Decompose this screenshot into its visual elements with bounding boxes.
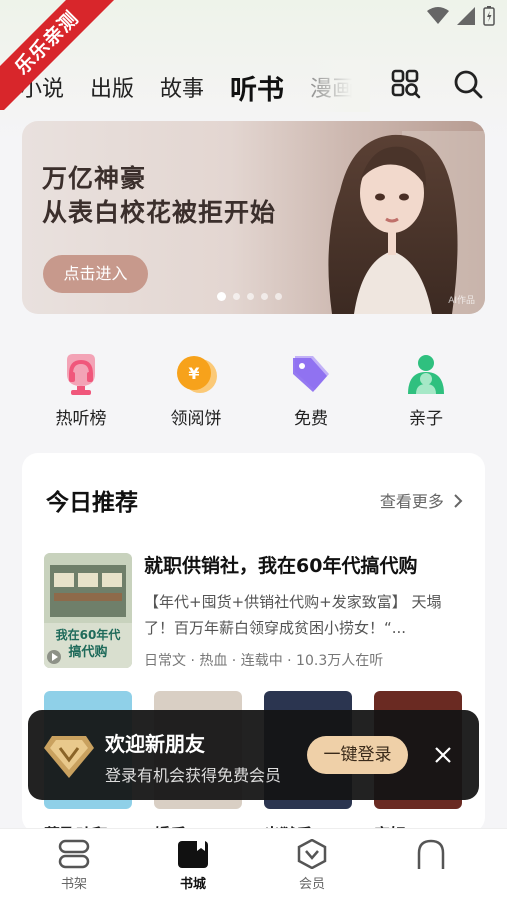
- pagination-dot: [247, 293, 254, 300]
- tabs-fade: [300, 60, 370, 112]
- login-popup: 欢迎新朋友 登录有机会获得免费会员 一键登录: [28, 710, 479, 800]
- one-click-login-button[interactable]: 一键登录: [307, 736, 408, 774]
- pagination-dot: [275, 293, 282, 300]
- featured-book-desc: 【年代+囤货+供销社代购+发家致富】 天塌了！百万年薪白领穿成贫困小捞女！“..…: [144, 593, 442, 637]
- login-title: 欢迎新朋友: [105, 732, 205, 756]
- close-icon[interactable]: [432, 744, 454, 766]
- banner-character-image: [328, 131, 485, 314]
- tab-audiobook[interactable]: 听书: [230, 68, 284, 107]
- category-search-icon[interactable]: [390, 68, 422, 100]
- banner-title-line1: 万亿神豪: [42, 164, 147, 193]
- pagination-dot: [233, 293, 240, 300]
- svg-text:搞代购: 搞代购: [68, 644, 107, 660]
- bookshelf-icon: [58, 839, 90, 869]
- banner-enter-button[interactable]: 点击进入: [43, 255, 148, 293]
- ribbon-text: 乐乐亲测: [0, 0, 120, 110]
- coin-icon: ¥: [177, 356, 217, 393]
- nav-label: 会员: [298, 877, 325, 892]
- svg-text:我在60年代: 我在60年代: [56, 627, 121, 642]
- chevron-right-icon: [454, 494, 463, 508]
- battery-icon: [483, 6, 495, 26]
- signal-icon: [457, 7, 475, 25]
- banner-pagination: [217, 292, 282, 301]
- featured-book-cover[interactable]: 我在60年代 搞代购: [44, 553, 132, 668]
- nav-label: 书架: [60, 877, 87, 892]
- recommend-title: 今日推荐: [46, 490, 138, 516]
- ai-generated-tag: AI作品: [448, 296, 475, 306]
- nav-label: 书城: [179, 877, 206, 892]
- featured-book-title[interactable]: 就职供销社，我在60年代搞代购: [144, 551, 417, 578]
- test-ribbon: 乐乐亲测: [0, 0, 120, 110]
- quick-entry-coin[interactable]: ¥ 领阅饼: [151, 352, 241, 429]
- login-subtitle: 登录有机会获得免费会员: [105, 766, 282, 785]
- pagination-dot: [261, 293, 268, 300]
- quick-entry-label: 亲子: [409, 409, 443, 429]
- nav-vip[interactable]: 会员: [272, 839, 352, 892]
- tag-icon: [293, 356, 329, 392]
- quick-entry-label: 免费: [294, 409, 328, 429]
- see-more-label: 查看更多: [379, 492, 444, 511]
- nav-bookshelf[interactable]: 书架: [34, 839, 114, 892]
- nav-bookstore[interactable]: 书城: [153, 839, 233, 892]
- featured-cover-art: 我在60年代 搞代购: [44, 553, 132, 668]
- see-more-link[interactable]: 查看更多: [380, 488, 463, 512]
- hero-banner[interactable]: 万亿神豪 从表白校花被拒开始 点击进入 AI作品: [22, 121, 485, 314]
- svg-text:¥: ¥: [188, 364, 199, 383]
- trophy-headphone-icon: [67, 354, 95, 395]
- tab-story[interactable]: 故事: [160, 71, 204, 103]
- profile-icon: [417, 839, 445, 869]
- parent-child-icon: [408, 355, 444, 394]
- wifi-icon: [427, 7, 449, 24]
- banner-title-line2: 从表白校花被拒开始: [42, 198, 277, 227]
- bookstore-icon: [178, 841, 208, 868]
- vip-icon: [297, 839, 327, 869]
- quick-entry-parent-child[interactable]: 亲子: [381, 352, 471, 429]
- quick-entry-label: 领阅饼: [170, 409, 222, 429]
- featured-book-meta: 日常文 · 热血 · 连载中 · 10.3万人在听: [144, 653, 384, 669]
- pagination-dot-active: [217, 292, 226, 301]
- nav-profile[interactable]: [391, 839, 471, 873]
- search-icon[interactable]: [452, 68, 484, 100]
- quick-entry-hot-list[interactable]: 热听榜: [36, 352, 126, 429]
- bottom-nav: 书架 书城 会员: [0, 828, 507, 903]
- vip-diamond-icon: [44, 736, 94, 778]
- quick-entry-label: 热听榜: [55, 409, 107, 429]
- quick-entry-free[interactable]: 免费: [266, 352, 356, 429]
